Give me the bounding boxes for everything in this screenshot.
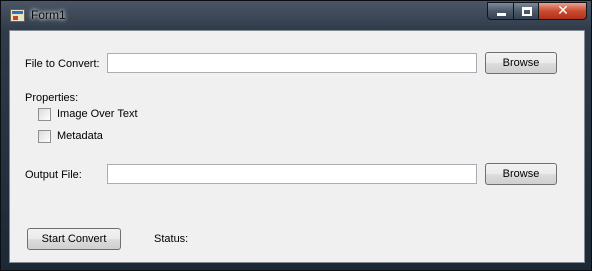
- status-label: Status:: [154, 233, 189, 245]
- close-button[interactable]: ✕: [539, 2, 587, 20]
- browse-input-button[interactable]: Browse: [485, 52, 557, 74]
- caption-buttons: ✕: [487, 2, 587, 20]
- maximize-button[interactable]: [514, 2, 539, 20]
- maximize-icon: [522, 7, 532, 16]
- metadata-checkbox[interactable]: [38, 130, 51, 143]
- close-icon: ✕: [557, 3, 569, 19]
- image-over-text-label[interactable]: Image Over Text: [57, 108, 138, 120]
- file-to-convert-input[interactable]: [107, 53, 477, 73]
- form-client-area: File to Convert: Browse Properties: Imag…: [9, 30, 585, 263]
- file-to-convert-label: File to Convert:: [25, 58, 100, 70]
- output-file-input[interactable]: [107, 164, 477, 184]
- start-convert-button[interactable]: Start Convert: [27, 228, 121, 250]
- title-bar[interactable]: Form1 ✕: [1, 1, 591, 29]
- minimize-icon: [497, 13, 506, 16]
- window-title: Form1: [31, 8, 66, 22]
- properties-label: Properties:: [25, 92, 79, 104]
- form-app-icon[interactable]: [10, 9, 25, 22]
- output-file-label: Output File:: [25, 169, 82, 181]
- app-window: Form1 ✕ File to Convert: Browse Properti…: [0, 0, 592, 271]
- image-over-text-checkbox[interactable]: [38, 108, 51, 121]
- browse-output-button[interactable]: Browse: [485, 163, 557, 185]
- metadata-label[interactable]: Metadata: [57, 130, 103, 142]
- minimize-button[interactable]: [487, 2, 514, 20]
